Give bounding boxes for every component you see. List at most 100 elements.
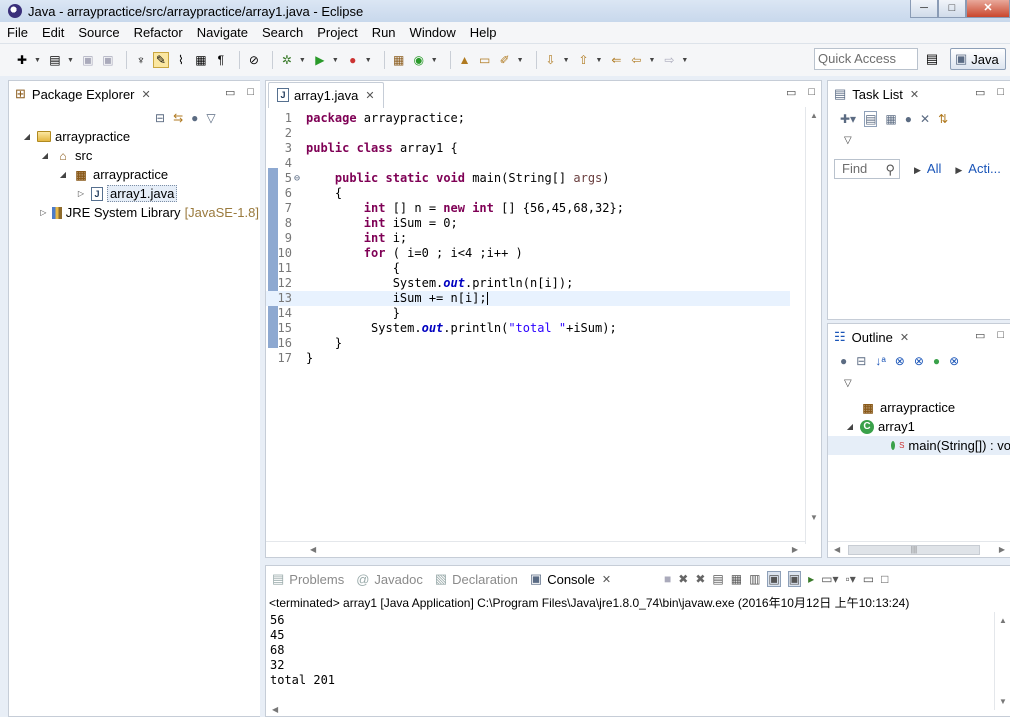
quick-access-field[interactable]: Quick Access [814, 48, 918, 70]
hide-local-types-icon[interactable]: ⊗ [949, 354, 959, 368]
tab-package-explorer[interactable]: ⊞ Package Explorer ✕ [9, 82, 157, 106]
open-task-icon[interactable]: ▭ [477, 52, 493, 68]
outline-horizontal-scrollbar[interactable]: ◀ ||| ▶ [828, 541, 1010, 557]
tab-javadoc[interactable]: @ Javadoc [350, 567, 429, 591]
menu-project[interactable]: Project [310, 25, 364, 40]
pilcrow-icon[interactable]: ¶ [213, 52, 229, 68]
menu-window[interactable]: Window [403, 25, 463, 40]
tree-item[interactable]: ◢ ⌂ src [9, 146, 259, 165]
tab-problems[interactable]: ▤ Problems [266, 567, 350, 591]
mark-occurrences-icon[interactable]: ✎ [152, 52, 169, 68]
menu-search[interactable]: Search [255, 25, 310, 40]
tab-console[interactable]: ▣ Console ✕ [524, 567, 617, 591]
maximize-view-icon[interactable]: □ [881, 572, 888, 586]
scroll-left-icon[interactable]: ◀ [310, 545, 316, 554]
minimize-view-icon[interactable]: ▭ [975, 86, 985, 99]
scroll-left-icon[interactable]: ◀ [834, 545, 840, 554]
new-class-icon[interactable]: ◉ [411, 52, 427, 68]
scroll-up-icon[interactable]: ▲ [810, 111, 818, 120]
task-find-field[interactable]: Find ⚲ [834, 159, 900, 179]
scroll-thumb[interactable]: ||| [848, 545, 980, 555]
tab-outline[interactable]: ☷ Outline ✕ [828, 325, 915, 349]
minimize-view-icon[interactable]: ▭ [975, 329, 985, 342]
external-tools-icon[interactable]: ● [345, 52, 361, 68]
tab-task-list[interactable]: ▤ Task List ✕ [828, 82, 925, 106]
next-annotation-icon[interactable]: ⇩ [543, 52, 559, 68]
new-task-icon[interactable]: ✚▾ [840, 112, 856, 126]
scroll-right-icon[interactable]: ▶ [792, 545, 798, 554]
code-editor[interactable]: 1 package arraypractice; 2 3 public class ar… [266, 107, 806, 544]
back-dropdown-icon[interactable]: ▼ [648, 57, 655, 64]
close-icon[interactable]: ✕ [900, 331, 909, 344]
menu-file[interactable]: File [0, 25, 35, 40]
toggle-breakpoint-icon[interactable]: ♆ [133, 52, 149, 68]
collapse-all-icon[interactable]: ⊟ [856, 354, 866, 368]
menu-source[interactable]: Source [71, 25, 126, 40]
outline-item[interactable]: ◢ Carray1 [828, 417, 1010, 436]
new-icon[interactable]: ✚ [14, 52, 30, 68]
back-icon[interactable]: ⇦ [628, 52, 644, 68]
menu-refactor[interactable]: Refactor [127, 25, 190, 40]
close-icon[interactable]: ✕ [910, 88, 919, 101]
outline-item[interactable]: Smain(String[]) : vo [828, 436, 1010, 455]
search-dropdown-icon[interactable]: ▼ [517, 57, 524, 64]
show-stderr-icon[interactable]: ▣ [787, 571, 802, 587]
open-perspective-icon[interactable]: ▤ [920, 48, 944, 70]
view-menu-icon[interactable]: ▽ [844, 135, 852, 146]
expanded-icon[interactable]: ◢ [39, 151, 51, 160]
focus-on-task-icon[interactable]: ● [191, 111, 198, 125]
new-dropdown-icon[interactable]: ▼ [34, 57, 41, 64]
display-console-icon[interactable]: ▭▾ [821, 572, 838, 586]
maximize-editor-icon[interactable]: □ [808, 86, 815, 99]
minimize-editor-icon[interactable]: ▭ [786, 86, 796, 99]
menu-run[interactable]: Run [365, 25, 403, 40]
scroll-down-icon[interactable]: ▼ [810, 513, 818, 522]
view-menu-icon[interactable]: ▽ [206, 111, 215, 125]
activate-link[interactable]: ▶ Acti... [955, 161, 1000, 176]
maximize-view-icon[interactable]: □ [997, 329, 1004, 342]
hide-nonpublic-icon[interactable]: ● [933, 354, 940, 368]
clear-console-icon[interactable]: ▤ [712, 572, 723, 586]
debug-icon[interactable]: ✲ [279, 52, 295, 68]
hide-static-icon[interactable]: ⊗ [914, 354, 924, 368]
collapsed-icon[interactable]: ▷ [75, 189, 87, 198]
open-type-icon[interactable]: ▤ [47, 52, 63, 68]
outline-item[interactable]: ▦ arraypractice [828, 398, 1010, 417]
scroll-up-icon[interactable]: ▲ [999, 616, 1007, 625]
focus-on-task-icon[interactable]: ● [840, 354, 847, 368]
forward-dropdown-icon[interactable]: ▼ [681, 57, 688, 64]
java-perspective-button[interactable]: ▣ Java [950, 48, 1006, 70]
skip-breakpoints-icon[interactable]: ⊘ [246, 52, 262, 68]
minimize-button[interactable]: ─ [910, 0, 938, 18]
focus-on-workweek-icon[interactable]: ● [905, 112, 912, 126]
hide-fields-icon[interactable]: ⊗ [895, 354, 905, 368]
all-link[interactable]: ▶ All [914, 161, 941, 176]
close-button[interactable]: ✕ [966, 0, 1010, 18]
menu-edit[interactable]: Edit [35, 25, 71, 40]
search-icon[interactable]: ✐ [497, 52, 513, 68]
sort-icon[interactable]: ↓ᵃ [875, 354, 885, 368]
editor-horizontal-scrollbar[interactable]: ◀ ▶ [266, 541, 806, 557]
external-dropdown-icon[interactable]: ▼ [365, 57, 372, 64]
run-dropdown-icon[interactable]: ▼ [332, 57, 339, 64]
run-icon[interactable]: ▶ [312, 52, 328, 68]
tab-declaration[interactable]: ▧ Declaration [429, 567, 524, 591]
collapse-all-icon[interactable]: ⊟ [155, 111, 165, 125]
console-vertical-scrollbar[interactable]: ▲ ▼ [994, 612, 1010, 710]
save-all-icon[interactable]: ▣ [100, 52, 116, 68]
menu-help[interactable]: Help [463, 25, 504, 40]
fold-icon[interactable]: ⊖ [294, 171, 306, 186]
pin-console-icon[interactable]: ▸ [808, 572, 814, 586]
tree-item[interactable]: ◢ ▦ arraypractice [9, 165, 259, 184]
terminate-icon[interactable]: ■ [664, 572, 671, 586]
next-annotation-dropdown-icon[interactable]: ▼ [563, 57, 570, 64]
console-output[interactable]: 56 45 68 32 total 201 [270, 613, 335, 688]
maximize-view-icon[interactable]: □ [247, 86, 254, 99]
close-icon[interactable]: ✕ [142, 88, 151, 101]
new-class-dropdown-icon[interactable]: ▼ [431, 57, 438, 64]
link-with-editor-icon[interactable]: ⇆ [173, 111, 183, 125]
editor-vertical-scrollbar[interactable]: ▲ ▼ [805, 107, 821, 544]
synchronize-icon[interactable]: ⇅ [938, 112, 948, 126]
minimize-view-icon[interactable]: ▭ [225, 86, 235, 99]
forward-icon[interactable]: ⇨ [661, 52, 677, 68]
